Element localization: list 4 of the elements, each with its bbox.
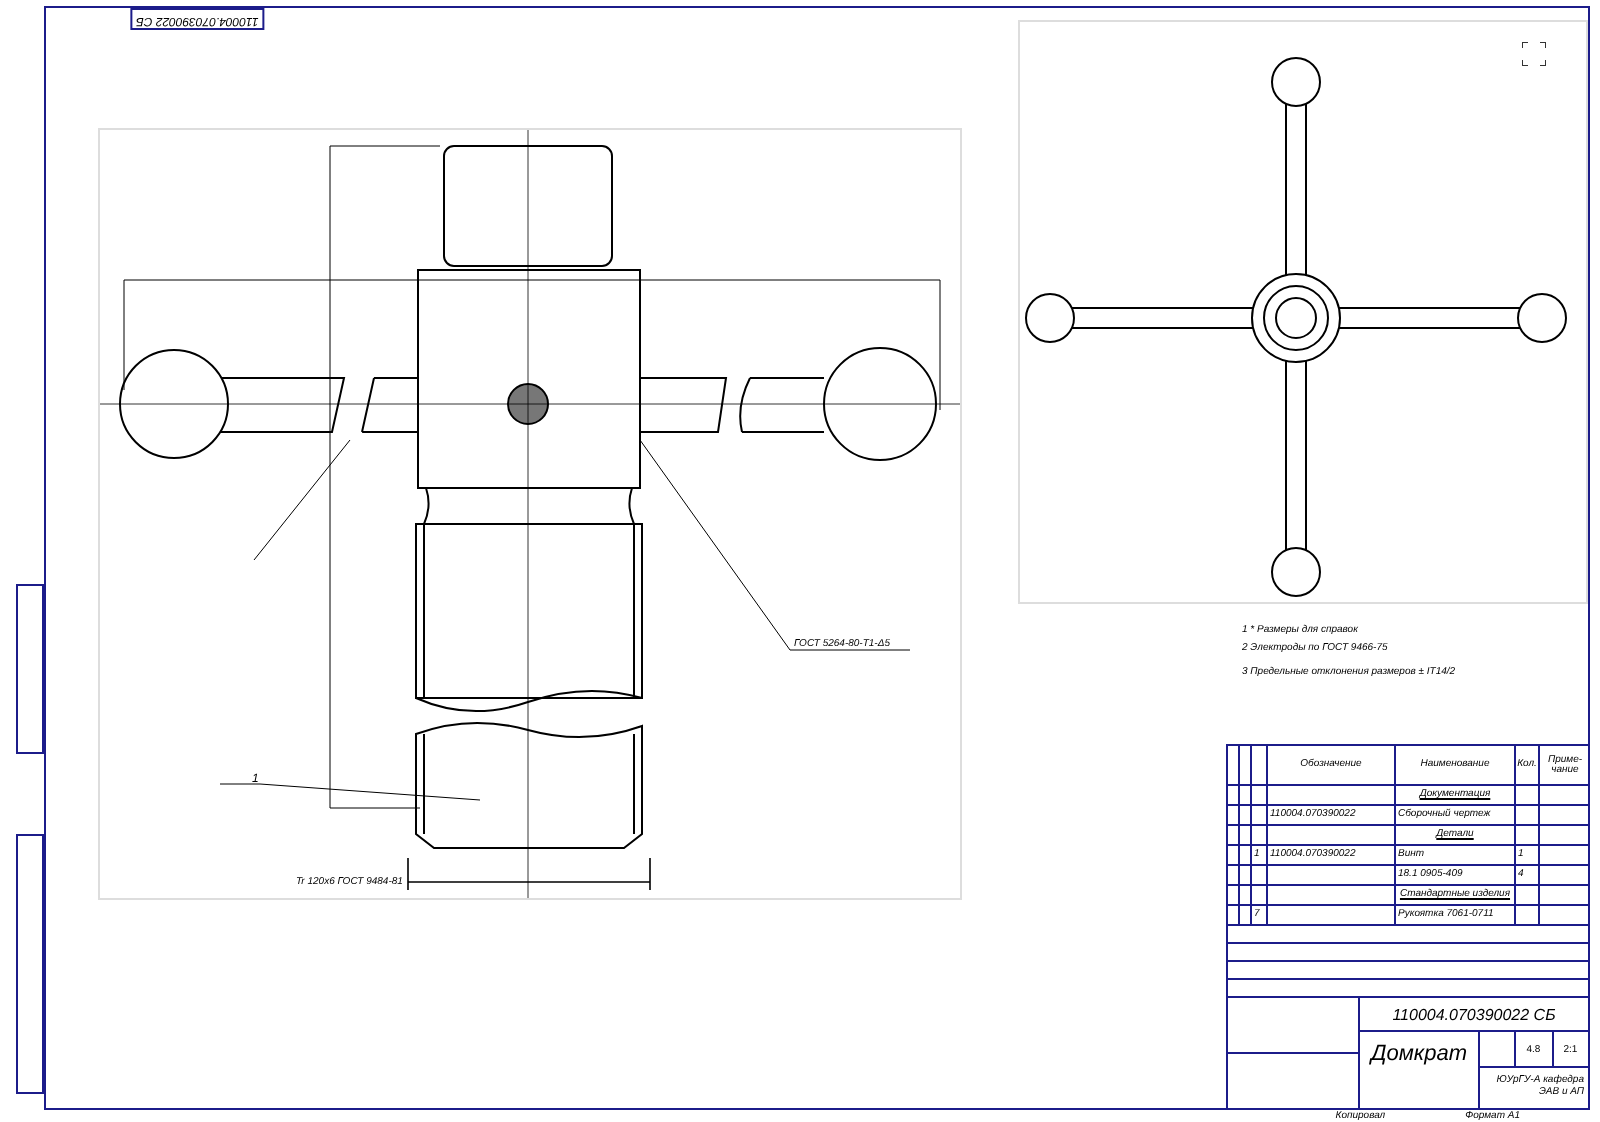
leader-line bbox=[253, 439, 351, 561]
drawing-code: 110004.070390022 СБ bbox=[1360, 998, 1588, 1032]
drawing-title: Домкрат bbox=[1360, 1032, 1480, 1108]
expand-icon[interactable] bbox=[1522, 42, 1546, 66]
